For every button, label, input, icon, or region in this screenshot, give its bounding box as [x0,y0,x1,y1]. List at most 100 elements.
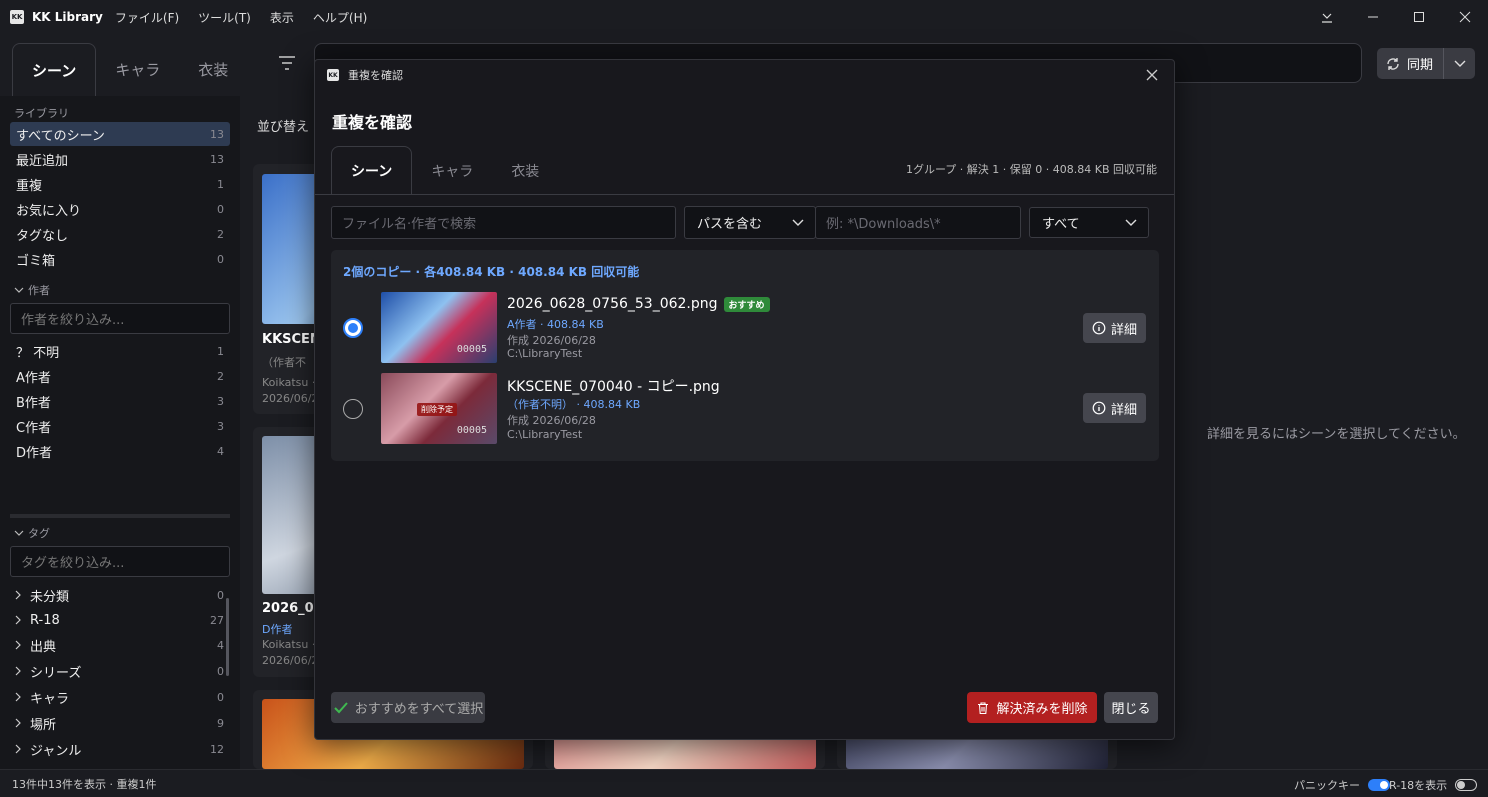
file-name-text: KKSCENE_070040 - コピー.png [507,379,720,395]
close-button[interactable]: 閉じる [1104,692,1158,723]
scope-value: すべて [1042,217,1080,232]
author-item-unknown[interactable]: ？ 不明 1 [10,339,230,363]
file-created: 作成 2026/06/28 [507,414,596,427]
scope-select[interactable]: すべて [1029,207,1149,238]
download-icon[interactable] [1304,0,1350,34]
dialog-title: 重複を確認 [332,113,413,132]
menu-help[interactable]: ヘルプ(H) [313,9,367,26]
sort-label[interactable]: 並び替え [257,116,309,135]
sidebar-item-recent[interactable]: 最近追加 13 [10,147,230,171]
delete-resolved-button[interactable]: 解決済みを削除 [967,692,1097,723]
duplicate-group: 2個のコピー · 各408.84 KB · 408.84 KB 回収可能 000… [331,250,1159,461]
sidebar-item-duplicates[interactable]: 重複 1 [10,172,230,196]
status-count: 13件中13件を表示 · 重複1件 [12,777,157,791]
close-window-button[interactable] [1442,0,1488,34]
menu-view[interactable]: 表示 [270,9,294,26]
tag-item-uncategorized[interactable]: 未分類 0 [14,584,224,606]
scene-title: 2026_0 [262,601,314,616]
tag-count: 12 [210,742,224,756]
author-section-toggle[interactable]: 作者 [14,282,50,298]
menu-tools[interactable]: ツール(T) [198,9,251,26]
detail-empty-message: 詳細を見るにはシーンを選択してください。 [1207,427,1466,442]
sidebar-item-favorites[interactable]: お気に入り 0 [10,197,230,221]
tab-scenes[interactable]: シーン [12,43,97,96]
detail-button-2[interactable]: 詳細 [1083,393,1146,423]
author-count: 2 [217,369,224,383]
app-logo-icon: KK [327,69,339,81]
tag-label: 未分類 [30,589,70,605]
tag-count: 0 [217,690,224,704]
tag-item-genre[interactable]: ジャンル 12 [14,738,224,760]
thumbnail-number: 00005 [456,344,487,355]
sidebar-item-count: 2 [217,227,224,241]
tab-characters[interactable]: キャラ [96,43,179,96]
dialog-close-icon[interactable] [1144,67,1160,83]
file-author: A作者 · 408.84 KB [507,318,604,331]
sync-button[interactable]: 同期 [1377,48,1475,79]
author-count: 3 [217,394,224,408]
r18-toggle[interactable] [1455,779,1478,791]
dialog-titlebar: KK 重複を確認 [315,60,1174,90]
tag-count: 4 [217,638,224,652]
sync-main[interactable]: 同期 [1377,54,1443,73]
sidebar-divider[interactable] [10,514,230,518]
select-recommended-button[interactable]: おすすめをすべて選択 [331,692,485,723]
chevron-right-icon [15,718,21,728]
main-tabs: シーン キャラ 衣装 [12,43,247,96]
tab-outfits[interactable]: 衣装 [179,43,247,96]
author-count: 3 [217,419,224,433]
file-thumbnail: 00005 [381,292,497,363]
tag-item-location[interactable]: 場所 9 [14,712,224,734]
dialog-window-title: 重複を確認 [348,69,403,82]
detail-label: 詳細 [1110,322,1137,338]
sidebar-item-label: すべてのシーン [16,128,105,144]
minimize-button[interactable] [1350,0,1396,34]
sidebar-item-all-scenes[interactable]: すべてのシーン 13 [10,122,230,146]
tag-filter-input[interactable]: タグを絞り込み... [10,546,230,577]
tag-item-source[interactable]: 出典 4 [14,634,224,656]
tag-label: 場所 [30,717,57,733]
tag-item-series[interactable]: シリーズ 0 [14,660,224,682]
tag-section-toggle[interactable]: タグ [14,525,50,541]
dialog-search-input[interactable]: ファイル名·作者で検索 [331,206,676,239]
menu-file[interactable]: ファイル(F) [115,9,179,26]
tag-count: 27 [210,613,224,627]
tag-item-character[interactable]: キャラ 0 [14,686,224,708]
maximize-button[interactable] [1396,0,1442,34]
sidebar-item-label: 最近追加 [16,153,69,169]
dialog-tab-outfits[interactable]: 衣装 [492,146,558,195]
keep-radio-1[interactable] [343,318,363,338]
sidebar-item-trash[interactable]: ゴミ箱 0 [10,247,230,271]
menu-bar: ファイル(F) ツール(T) 表示 ヘルプ(H) [115,9,386,26]
tag-section-label: タグ [28,527,50,540]
tag-count: 0 [217,664,224,678]
author-item-d[interactable]: D作者 4 [10,439,230,463]
dialog-tab-characters[interactable]: キャラ [412,146,492,195]
panic-key-toggle[interactable] [1368,779,1390,791]
chevron-down-icon [1454,60,1465,67]
keep-radio-2[interactable] [343,399,363,419]
select-recommended-label: おすすめをすべて選択 [354,702,484,717]
author-label: ？ 不明 [16,345,60,361]
path-pattern-input[interactable]: 例: *\Downloads\* [815,206,1021,239]
author-item-c[interactable]: C作者 3 [10,414,230,438]
filter-icon[interactable] [277,54,297,72]
author-label: B作者 [16,395,51,411]
tag-item-r18[interactable]: R-18 27 [14,609,224,631]
app-title: KK Library [32,10,103,24]
tag-label: ジャンル [30,743,82,759]
detail-button-1[interactable]: 詳細 [1083,313,1146,343]
author-item-a[interactable]: A作者 2 [10,364,230,388]
author-item-b[interactable]: B作者 3 [10,389,230,413]
sidebar-item-untagged[interactable]: タグなし 2 [10,222,230,246]
file-name: 2026_0628_0756_53_062.png おすすめ [507,296,770,312]
sync-dropdown[interactable] [1443,48,1475,79]
path-mode-select[interactable]: パスを含む [684,206,816,239]
sidebar-item-label: ゴミ箱 [16,253,56,269]
tag-scrollbar[interactable] [226,598,229,676]
chevron-down-icon [14,530,24,536]
scene-author: （作者不 [262,356,306,369]
author-filter-input[interactable]: 作者を絞り込み... [10,303,230,334]
dialog-tab-scenes[interactable]: シーン [331,146,413,195]
dialog-tabs: シーン キャラ 衣装 [331,146,558,195]
